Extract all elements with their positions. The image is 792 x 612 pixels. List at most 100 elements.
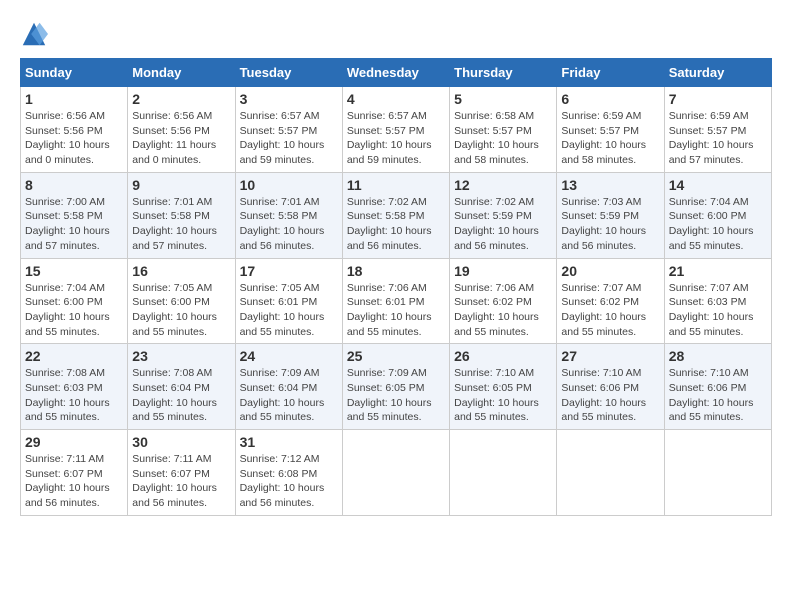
calendar-cell: 22 Sunrise: 7:08 AMSunset: 6:03 PMDaylig… xyxy=(21,344,128,430)
day-detail: Sunrise: 7:12 AMSunset: 6:08 PMDaylight:… xyxy=(240,453,325,509)
calendar-cell: 21 Sunrise: 7:07 AMSunset: 6:03 PMDaylig… xyxy=(664,258,771,344)
day-number: 4 xyxy=(347,91,445,107)
calendar-cell xyxy=(557,430,664,516)
calendar-cell: 7 Sunrise: 6:59 AMSunset: 5:57 PMDayligh… xyxy=(664,87,771,173)
calendar-week-4: 22 Sunrise: 7:08 AMSunset: 6:03 PMDaylig… xyxy=(21,344,772,430)
day-number: 17 xyxy=(240,263,338,279)
calendar-cell: 23 Sunrise: 7:08 AMSunset: 6:04 PMDaylig… xyxy=(128,344,235,430)
calendar-cell: 17 Sunrise: 7:05 AMSunset: 6:01 PMDaylig… xyxy=(235,258,342,344)
calendar-week-3: 15 Sunrise: 7:04 AMSunset: 6:00 PMDaylig… xyxy=(21,258,772,344)
calendar-cell: 31 Sunrise: 7:12 AMSunset: 6:08 PMDaylig… xyxy=(235,430,342,516)
day-number: 5 xyxy=(454,91,552,107)
day-number: 9 xyxy=(132,177,230,193)
day-number: 15 xyxy=(25,263,123,279)
calendar-cell: 12 Sunrise: 7:02 AMSunset: 5:59 PMDaylig… xyxy=(450,172,557,258)
day-detail: Sunrise: 7:06 AMSunset: 6:02 PMDaylight:… xyxy=(454,282,539,338)
calendar-cell: 2 Sunrise: 6:56 AMSunset: 5:56 PMDayligh… xyxy=(128,87,235,173)
day-number: 14 xyxy=(669,177,767,193)
day-number: 23 xyxy=(132,348,230,364)
calendar-cell: 1 Sunrise: 6:56 AMSunset: 5:56 PMDayligh… xyxy=(21,87,128,173)
day-detail: Sunrise: 7:08 AMSunset: 6:04 PMDaylight:… xyxy=(132,367,217,423)
day-detail: Sunrise: 7:03 AMSunset: 5:59 PMDaylight:… xyxy=(561,196,646,252)
day-detail: Sunrise: 7:04 AMSunset: 6:00 PMDaylight:… xyxy=(25,282,110,338)
day-number: 18 xyxy=(347,263,445,279)
calendar-week-5: 29 Sunrise: 7:11 AMSunset: 6:07 PMDaylig… xyxy=(21,430,772,516)
day-detail: Sunrise: 7:10 AMSunset: 6:05 PMDaylight:… xyxy=(454,367,539,423)
day-detail: Sunrise: 6:56 AMSunset: 5:56 PMDaylight:… xyxy=(25,110,110,166)
day-number: 12 xyxy=(454,177,552,193)
day-detail: Sunrise: 6:59 AMSunset: 5:57 PMDaylight:… xyxy=(561,110,646,166)
calendar-cell: 3 Sunrise: 6:57 AMSunset: 5:57 PMDayligh… xyxy=(235,87,342,173)
calendar-week-1: 1 Sunrise: 6:56 AMSunset: 5:56 PMDayligh… xyxy=(21,87,772,173)
day-number: 6 xyxy=(561,91,659,107)
day-number: 27 xyxy=(561,348,659,364)
calendar-cell: 18 Sunrise: 7:06 AMSunset: 6:01 PMDaylig… xyxy=(342,258,449,344)
calendar-cell: 30 Sunrise: 7:11 AMSunset: 6:07 PMDaylig… xyxy=(128,430,235,516)
day-number: 13 xyxy=(561,177,659,193)
day-number: 16 xyxy=(132,263,230,279)
day-number: 11 xyxy=(347,177,445,193)
day-detail: Sunrise: 6:57 AMSunset: 5:57 PMDaylight:… xyxy=(347,110,432,166)
day-number: 2 xyxy=(132,91,230,107)
day-detail: Sunrise: 7:11 AMSunset: 6:07 PMDaylight:… xyxy=(25,453,110,509)
day-detail: Sunrise: 7:02 AMSunset: 5:59 PMDaylight:… xyxy=(454,196,539,252)
calendar-cell: 15 Sunrise: 7:04 AMSunset: 6:00 PMDaylig… xyxy=(21,258,128,344)
day-detail: Sunrise: 7:07 AMSunset: 6:02 PMDaylight:… xyxy=(561,282,646,338)
calendar-cell xyxy=(450,430,557,516)
day-detail: Sunrise: 7:05 AMSunset: 6:01 PMDaylight:… xyxy=(240,282,325,338)
day-detail: Sunrise: 7:10 AMSunset: 6:06 PMDaylight:… xyxy=(561,367,646,423)
calendar-cell: 9 Sunrise: 7:01 AMSunset: 5:58 PMDayligh… xyxy=(128,172,235,258)
calendar-cell: 27 Sunrise: 7:10 AMSunset: 6:06 PMDaylig… xyxy=(557,344,664,430)
day-detail: Sunrise: 7:08 AMSunset: 6:03 PMDaylight:… xyxy=(25,367,110,423)
day-number: 28 xyxy=(669,348,767,364)
col-header-thursday: Thursday xyxy=(450,59,557,87)
day-number: 24 xyxy=(240,348,338,364)
calendar-cell: 10 Sunrise: 7:01 AMSunset: 5:58 PMDaylig… xyxy=(235,172,342,258)
day-detail: Sunrise: 7:04 AMSunset: 6:00 PMDaylight:… xyxy=(669,196,754,252)
day-detail: Sunrise: 7:01 AMSunset: 5:58 PMDaylight:… xyxy=(132,196,217,252)
day-number: 8 xyxy=(25,177,123,193)
calendar-cell: 26 Sunrise: 7:10 AMSunset: 6:05 PMDaylig… xyxy=(450,344,557,430)
calendar-cell: 14 Sunrise: 7:04 AMSunset: 6:00 PMDaylig… xyxy=(664,172,771,258)
calendar-week-2: 8 Sunrise: 7:00 AMSunset: 5:58 PMDayligh… xyxy=(21,172,772,258)
day-number: 7 xyxy=(669,91,767,107)
day-number: 10 xyxy=(240,177,338,193)
col-header-friday: Friday xyxy=(557,59,664,87)
day-detail: Sunrise: 7:02 AMSunset: 5:58 PMDaylight:… xyxy=(347,196,432,252)
day-detail: Sunrise: 7:00 AMSunset: 5:58 PMDaylight:… xyxy=(25,196,110,252)
day-detail: Sunrise: 6:56 AMSunset: 5:56 PMDaylight:… xyxy=(132,110,216,166)
calendar-cell: 29 Sunrise: 7:11 AMSunset: 6:07 PMDaylig… xyxy=(21,430,128,516)
calendar-table: SundayMondayTuesdayWednesdayThursdayFrid… xyxy=(20,58,772,516)
day-detail: Sunrise: 7:01 AMSunset: 5:58 PMDaylight:… xyxy=(240,196,325,252)
day-number: 3 xyxy=(240,91,338,107)
day-detail: Sunrise: 7:06 AMSunset: 6:01 PMDaylight:… xyxy=(347,282,432,338)
day-detail: Sunrise: 7:11 AMSunset: 6:07 PMDaylight:… xyxy=(132,453,217,509)
calendar-cell: 11 Sunrise: 7:02 AMSunset: 5:58 PMDaylig… xyxy=(342,172,449,258)
logo-icon xyxy=(20,20,48,48)
calendar-cell: 16 Sunrise: 7:05 AMSunset: 6:00 PMDaylig… xyxy=(128,258,235,344)
day-detail: Sunrise: 7:09 AMSunset: 6:05 PMDaylight:… xyxy=(347,367,432,423)
calendar-cell: 28 Sunrise: 7:10 AMSunset: 6:06 PMDaylig… xyxy=(664,344,771,430)
day-detail: Sunrise: 6:59 AMSunset: 5:57 PMDaylight:… xyxy=(669,110,754,166)
logo xyxy=(20,20,52,48)
col-header-tuesday: Tuesday xyxy=(235,59,342,87)
col-header-wednesday: Wednesday xyxy=(342,59,449,87)
calendar-cell: 8 Sunrise: 7:00 AMSunset: 5:58 PMDayligh… xyxy=(21,172,128,258)
col-header-saturday: Saturday xyxy=(664,59,771,87)
day-detail: Sunrise: 7:10 AMSunset: 6:06 PMDaylight:… xyxy=(669,367,754,423)
day-detail: Sunrise: 7:05 AMSunset: 6:00 PMDaylight:… xyxy=(132,282,217,338)
day-number: 29 xyxy=(25,434,123,450)
day-number: 21 xyxy=(669,263,767,279)
day-number: 19 xyxy=(454,263,552,279)
day-detail: Sunrise: 6:57 AMSunset: 5:57 PMDaylight:… xyxy=(240,110,325,166)
calendar-cell: 5 Sunrise: 6:58 AMSunset: 5:57 PMDayligh… xyxy=(450,87,557,173)
day-number: 25 xyxy=(347,348,445,364)
day-number: 30 xyxy=(132,434,230,450)
calendar-cell: 19 Sunrise: 7:06 AMSunset: 6:02 PMDaylig… xyxy=(450,258,557,344)
calendar-cell: 6 Sunrise: 6:59 AMSunset: 5:57 PMDayligh… xyxy=(557,87,664,173)
day-number: 31 xyxy=(240,434,338,450)
day-number: 26 xyxy=(454,348,552,364)
day-number: 22 xyxy=(25,348,123,364)
day-number: 20 xyxy=(561,263,659,279)
calendar-cell: 20 Sunrise: 7:07 AMSunset: 6:02 PMDaylig… xyxy=(557,258,664,344)
